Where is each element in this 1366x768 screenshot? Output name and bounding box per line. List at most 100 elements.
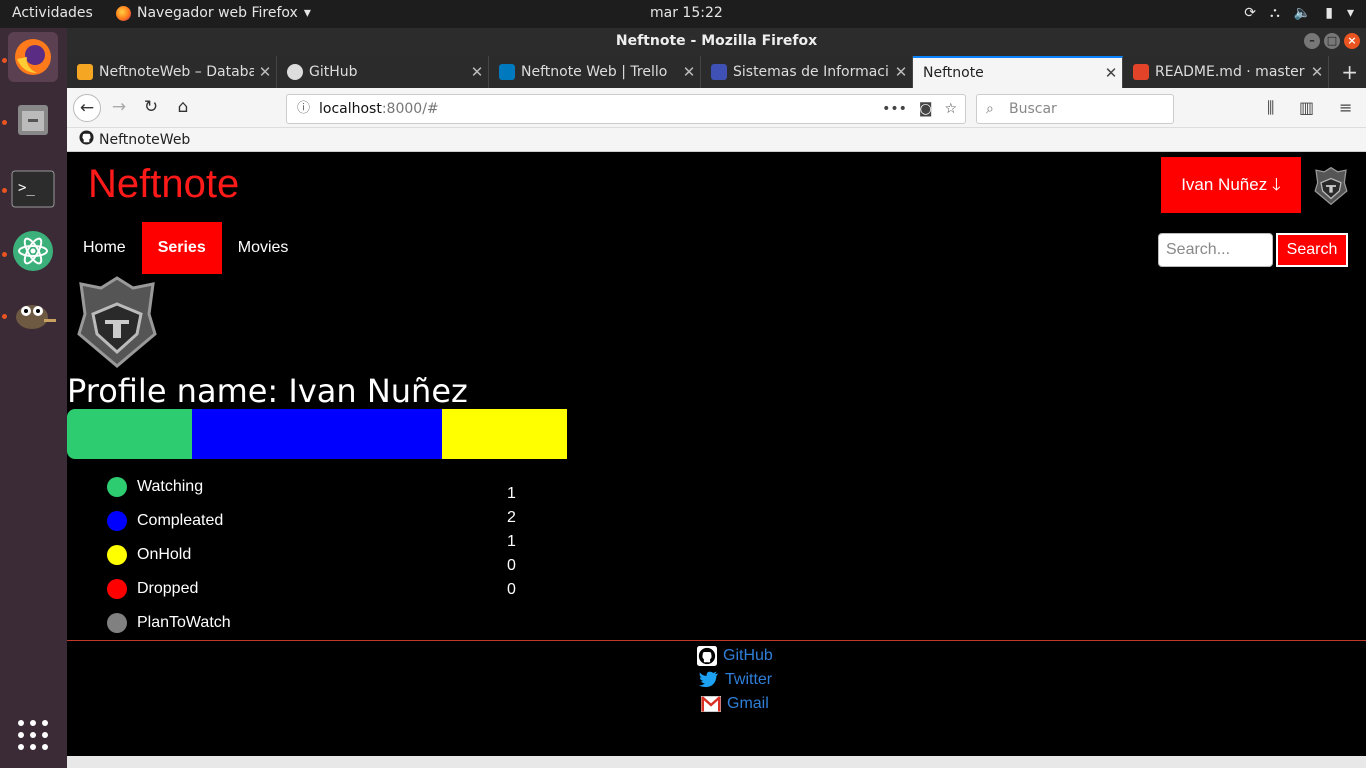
site-search-button[interactable]: Search <box>1276 233 1348 267</box>
status-count: 0 <box>507 557 516 574</box>
clock[interactable]: mar 15:22 <box>650 5 723 21</box>
close-tab-icon[interactable]: ✕ <box>254 63 276 81</box>
window-title: Neftnote - Mozilla Firefox <box>615 33 818 49</box>
tab-label: Neftnote <box>923 65 984 81</box>
tab-github[interactable]: GitHub ✕ <box>277 56 489 88</box>
dock-files[interactable] <box>8 94 58 144</box>
footer-links: GitHub Twitter Gmail <box>697 644 773 716</box>
tab-label: NeftnoteWeb – Databa <box>99 64 254 80</box>
legend-dot-icon <box>107 477 127 497</box>
app-menu-label: Navegador web Firefox <box>137 5 298 21</box>
pocket-icon[interactable]: ◙ <box>919 95 933 123</box>
avatar[interactable] <box>1313 166 1349 206</box>
running-indicator <box>2 188 7 193</box>
site-search-input[interactable]: Search... <box>1158 233 1273 267</box>
running-indicator <box>2 252 7 257</box>
bookmark-neftnoteweb[interactable]: NeftnoteWeb <box>99 132 190 148</box>
tab-neftnoteweb-database[interactable]: NeftnoteWeb – Databa ✕ <box>67 56 277 88</box>
files-icon <box>18 105 48 135</box>
tab-trello[interactable]: Neftnote Web | Trello ✕ <box>489 56 701 88</box>
back-button[interactable]: ← <box>73 94 101 122</box>
footer-twitter-link[interactable]: Twitter <box>697 668 773 692</box>
close-tab-icon[interactable]: ✕ <box>678 63 700 81</box>
caret-down-icon[interactable]: ▾ <box>1347 5 1354 21</box>
url-bar[interactable]: ⓘ localhost:8000/# ••• ◙ ☆ <box>286 94 966 124</box>
menu-icon[interactable]: ≡ <box>1339 98 1352 117</box>
url-path: :8000/# <box>381 101 439 117</box>
sync-icon[interactable]: ⟳ <box>1244 5 1256 21</box>
search-bar[interactable]: ⌕ Buscar <box>976 94 1174 124</box>
firefox-icon <box>116 5 131 21</box>
system-tray[interactable]: ⟳ ⛬ 🔈 ▮ ▾ <box>1244 5 1354 21</box>
volume-icon[interactable]: 🔈 <box>1294 5 1311 21</box>
nav-home[interactable]: Home <box>67 222 142 274</box>
site-brand[interactable]: Neftnote <box>88 162 239 207</box>
dock-terminal[interactable]: >_ <box>8 164 58 214</box>
github-icon <box>79 130 94 149</box>
activities-button[interactable]: Actividades <box>12 5 93 21</box>
legend-dot-icon <box>107 579 127 599</box>
tab-neftnote[interactable]: Neftnote ✕ <box>913 56 1123 88</box>
github-icon <box>287 64 303 80</box>
battery-icon[interactable]: ▮ <box>1325 5 1333 21</box>
network-icon[interactable]: ⛬ <box>1270 5 1280 21</box>
classroom-icon <box>711 64 727 80</box>
close-tab-icon[interactable]: ✕ <box>1306 63 1328 81</box>
nav-series[interactable]: Series <box>141 222 222 274</box>
firebase-icon <box>77 64 93 80</box>
dock-atom[interactable] <box>8 226 58 276</box>
firefox-icon <box>15 39 51 75</box>
apps-grid-icon <box>18 720 48 750</box>
user-menu-button[interactable]: Ivan Nuñez 🡓 <box>1161 157 1301 213</box>
tab-sistemas[interactable]: Sistemas de Informaci ✕ <box>701 56 913 88</box>
status-count: 2 <box>507 509 516 526</box>
dock-gimp[interactable] <box>8 290 58 340</box>
site-search-placeholder: Search... <box>1166 241 1231 258</box>
window-titlebar[interactable]: Neftnote - Mozilla Firefox – □ × <box>67 28 1366 56</box>
running-indicator <box>2 58 7 63</box>
bar-segment-compleated <box>192 409 442 459</box>
bookmark-star-icon[interactable]: ☆ <box>944 95 957 123</box>
library-icon[interactable]: ⫼ <box>1267 98 1274 118</box>
reload-button[interactable]: ↻ <box>137 94 165 122</box>
search-placeholder: Buscar <box>1009 101 1057 117</box>
status-legend: Watching Compleated OnHold Dropped PlanToWat… <box>107 470 231 640</box>
close-tab-icon[interactable]: ✕ <box>466 63 488 81</box>
twitter-icon <box>699 671 719 688</box>
legend-dot-icon <box>107 545 127 565</box>
close-tab-icon[interactable]: ✕ <box>890 63 912 81</box>
sidebar-icon[interactable]: ▥ <box>1299 98 1314 117</box>
close-window-button[interactable]: × <box>1344 33 1360 49</box>
page-content: Neftnote Ivan Nuñez 🡓 Home Series Movies… <box>67 152 1366 768</box>
tab-readme[interactable]: README.md · master ✕ <box>1123 56 1329 88</box>
legend-label: OnHold <box>137 546 192 563</box>
dock: >_ <box>0 28 67 768</box>
dock-firefox[interactable] <box>8 32 58 82</box>
tab-label: README.md · master <box>1155 64 1305 80</box>
profile-name: Profile name: Ivan Nuñez <box>67 372 468 410</box>
legend-label: Compleated <box>137 512 224 529</box>
new-tab-button[interactable]: + <box>1341 60 1358 84</box>
user-name: Ivan Nuñez <box>1181 175 1268 194</box>
page-bottom-strip <box>67 756 1366 768</box>
site-info-icon[interactable]: ⓘ <box>297 95 310 123</box>
legend-item: Watching <box>107 470 231 504</box>
footer-github-link[interactable]: GitHub <box>697 644 773 668</box>
footer-gmail-link[interactable]: Gmail <box>697 692 773 716</box>
legend-label: Watching <box>137 478 204 495</box>
page-actions-icon[interactable]: ••• <box>882 95 907 123</box>
navigation-toolbar: ← → ↻ ⌂ ⓘ localhost:8000/# ••• ◙ ☆ ⌕ Bus… <box>67 88 1366 128</box>
bar-segment-onhold <box>442 409 567 459</box>
forward-button[interactable]: → <box>105 94 133 122</box>
nav-movies[interactable]: Movies <box>222 222 305 274</box>
minimize-button[interactable]: – <box>1304 33 1320 49</box>
app-menu[interactable]: Navegador web Firefox ▾ <box>116 5 311 21</box>
show-applications-button[interactable] <box>8 710 58 760</box>
home-button[interactable]: ⌂ <box>169 94 197 122</box>
url-host: localhost <box>319 101 382 117</box>
bar-segment-watching <box>67 409 192 459</box>
maximize-button[interactable]: □ <box>1324 33 1340 49</box>
search-icon: ⌕ <box>986 101 994 117</box>
close-tab-icon[interactable]: ✕ <box>1100 64 1122 82</box>
status-count: 0 <box>507 581 516 598</box>
